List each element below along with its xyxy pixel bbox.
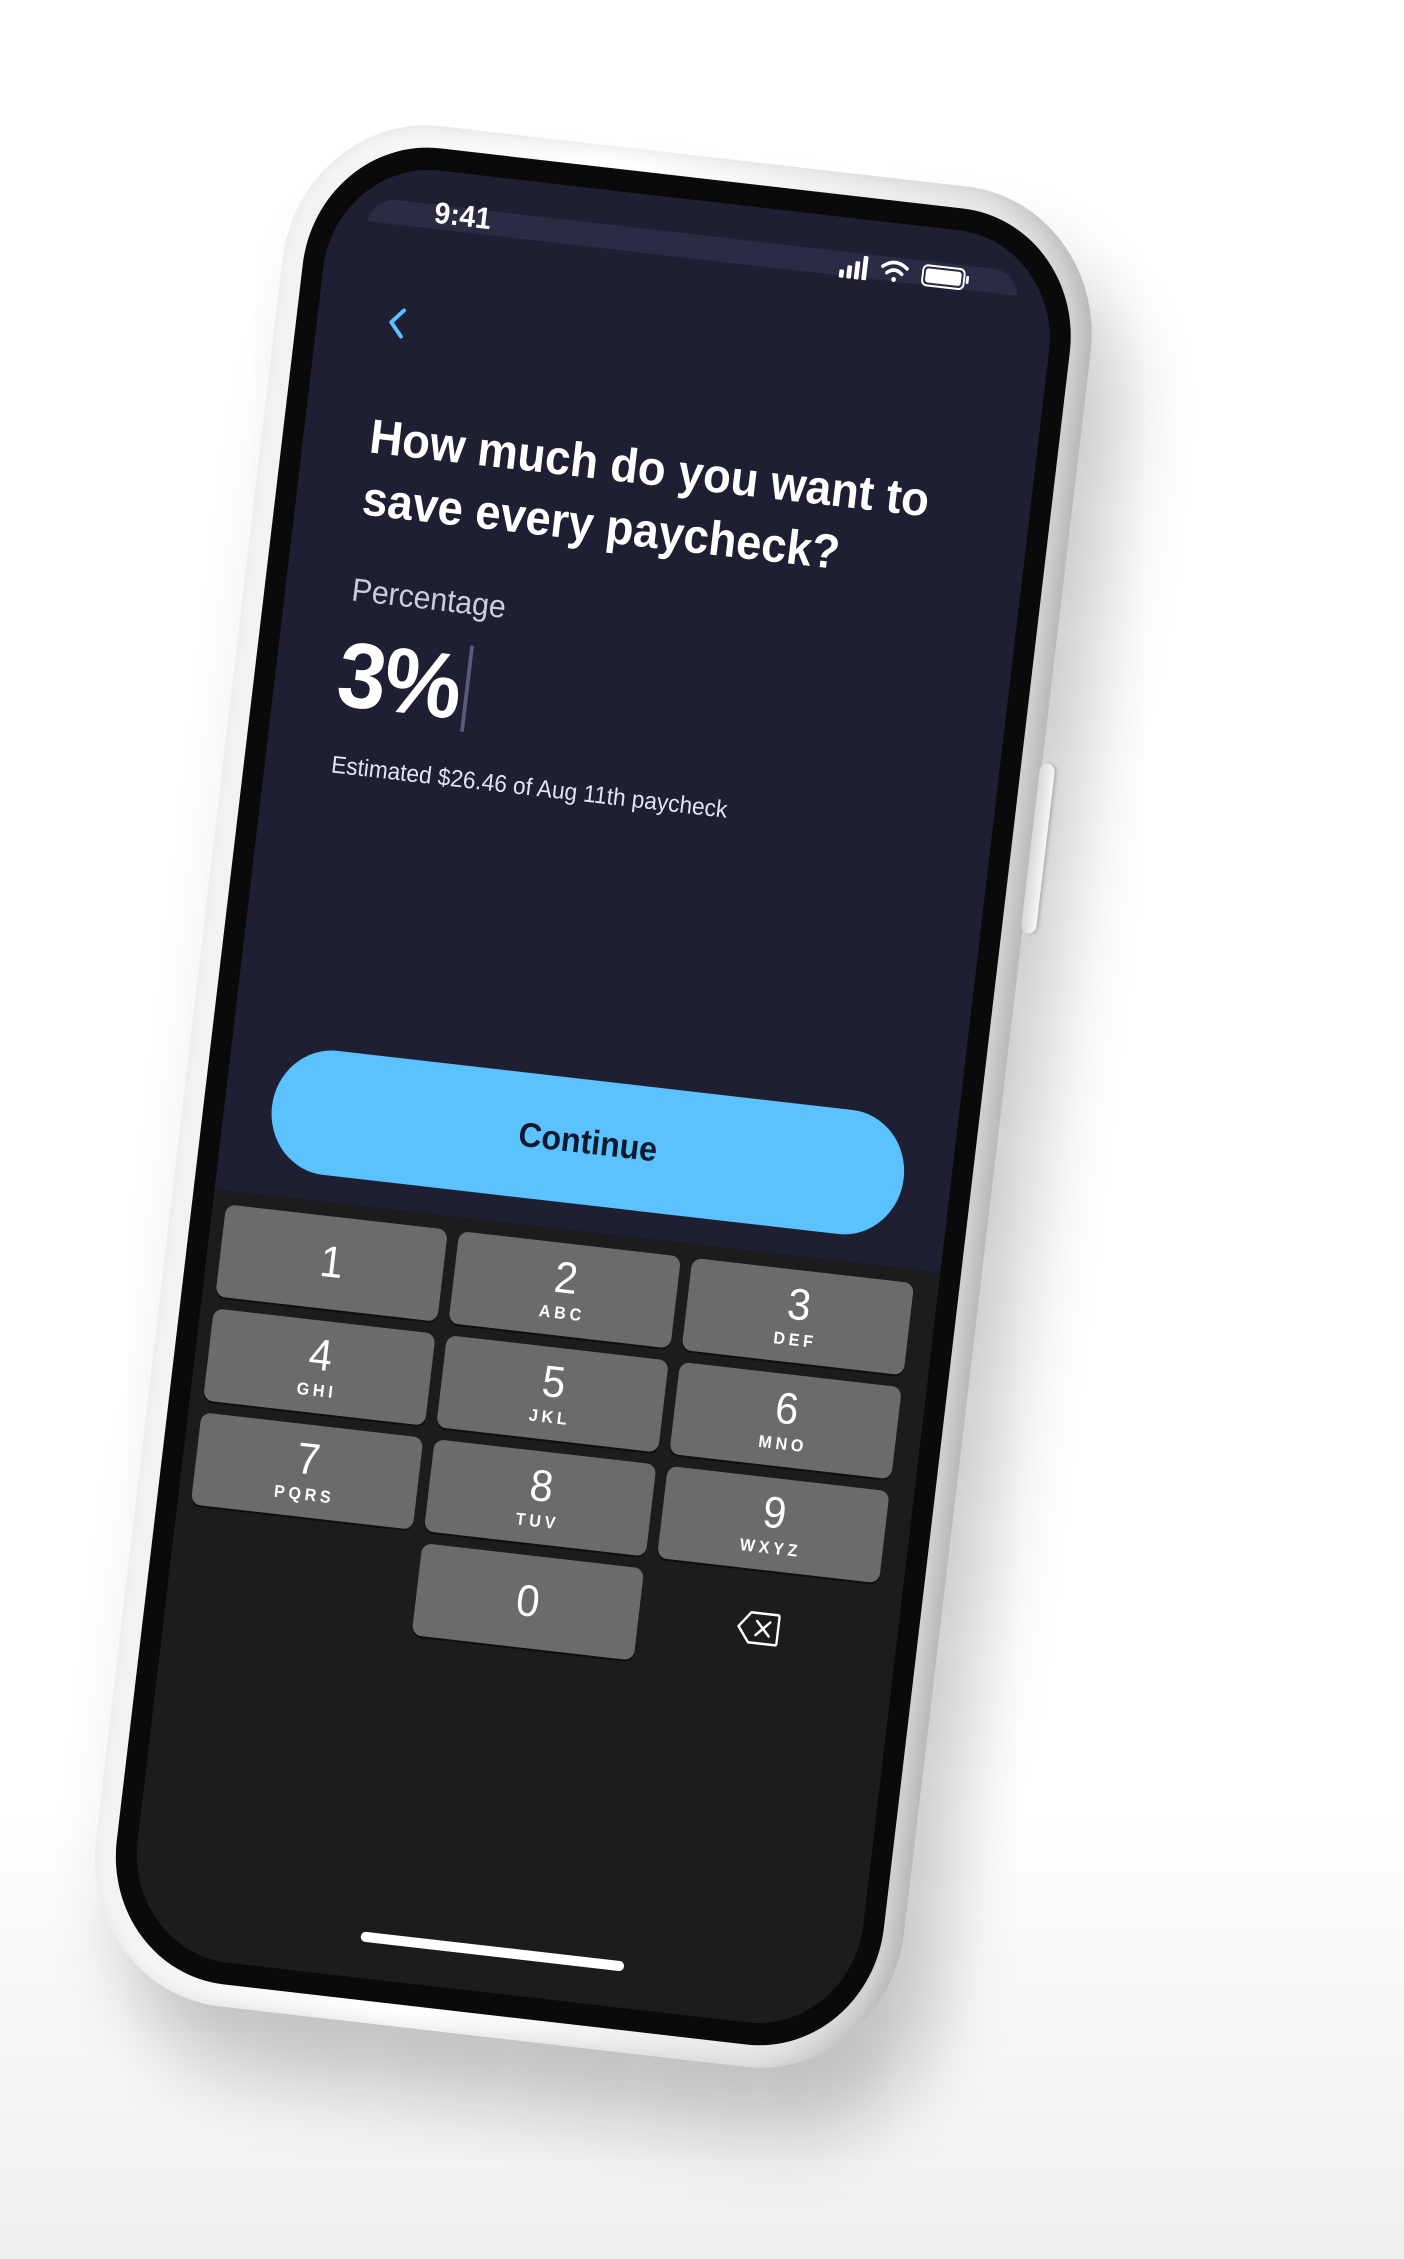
- key-7[interactable]: 7 PQRS: [190, 1412, 424, 1530]
- back-button[interactable]: [371, 295, 424, 350]
- chevron-left-icon: [389, 308, 406, 339]
- key-9[interactable]: 9 WXYZ: [656, 1465, 890, 1584]
- key-3[interactable]: 3 DEF: [681, 1257, 915, 1376]
- backspace-icon: [737, 1611, 781, 1647]
- key-digit: 0: [513, 1575, 543, 1628]
- key-5[interactable]: 5 JKL: [436, 1335, 669, 1453]
- percentage-input[interactable]: 3%: [332, 622, 474, 739]
- status-bar-time: 9:41: [432, 196, 493, 237]
- numeric-keypad: 1 2 ABC 3 DEF 4 GHI 5 JKL 6 MNO 7 PQRS 8…: [124, 1188, 941, 2035]
- key-4[interactable]: 4 GHI: [203, 1308, 436, 1426]
- battery-icon: [921, 264, 970, 291]
- wifi-icon: [881, 260, 909, 283]
- product-mockup: 9:41 How much do you want to save every …: [0, 0, 1404, 2259]
- key-6[interactable]: 6 MNO: [669, 1361, 902, 1480]
- cellular-signal-icon: [838, 255, 869, 281]
- key-digit: 1: [317, 1236, 347, 1289]
- key-8[interactable]: 8 TUV: [423, 1439, 657, 1557]
- percentage-value: 3%: [332, 622, 466, 739]
- key-1[interactable]: 1: [215, 1204, 448, 1322]
- key-2[interactable]: 2 ABC: [448, 1231, 682, 1349]
- delete-key[interactable]: [645, 1570, 872, 1687]
- key-0[interactable]: 0: [411, 1543, 645, 1661]
- phone-device: 9:41 How much do you want to save every …: [78, 110, 1109, 2083]
